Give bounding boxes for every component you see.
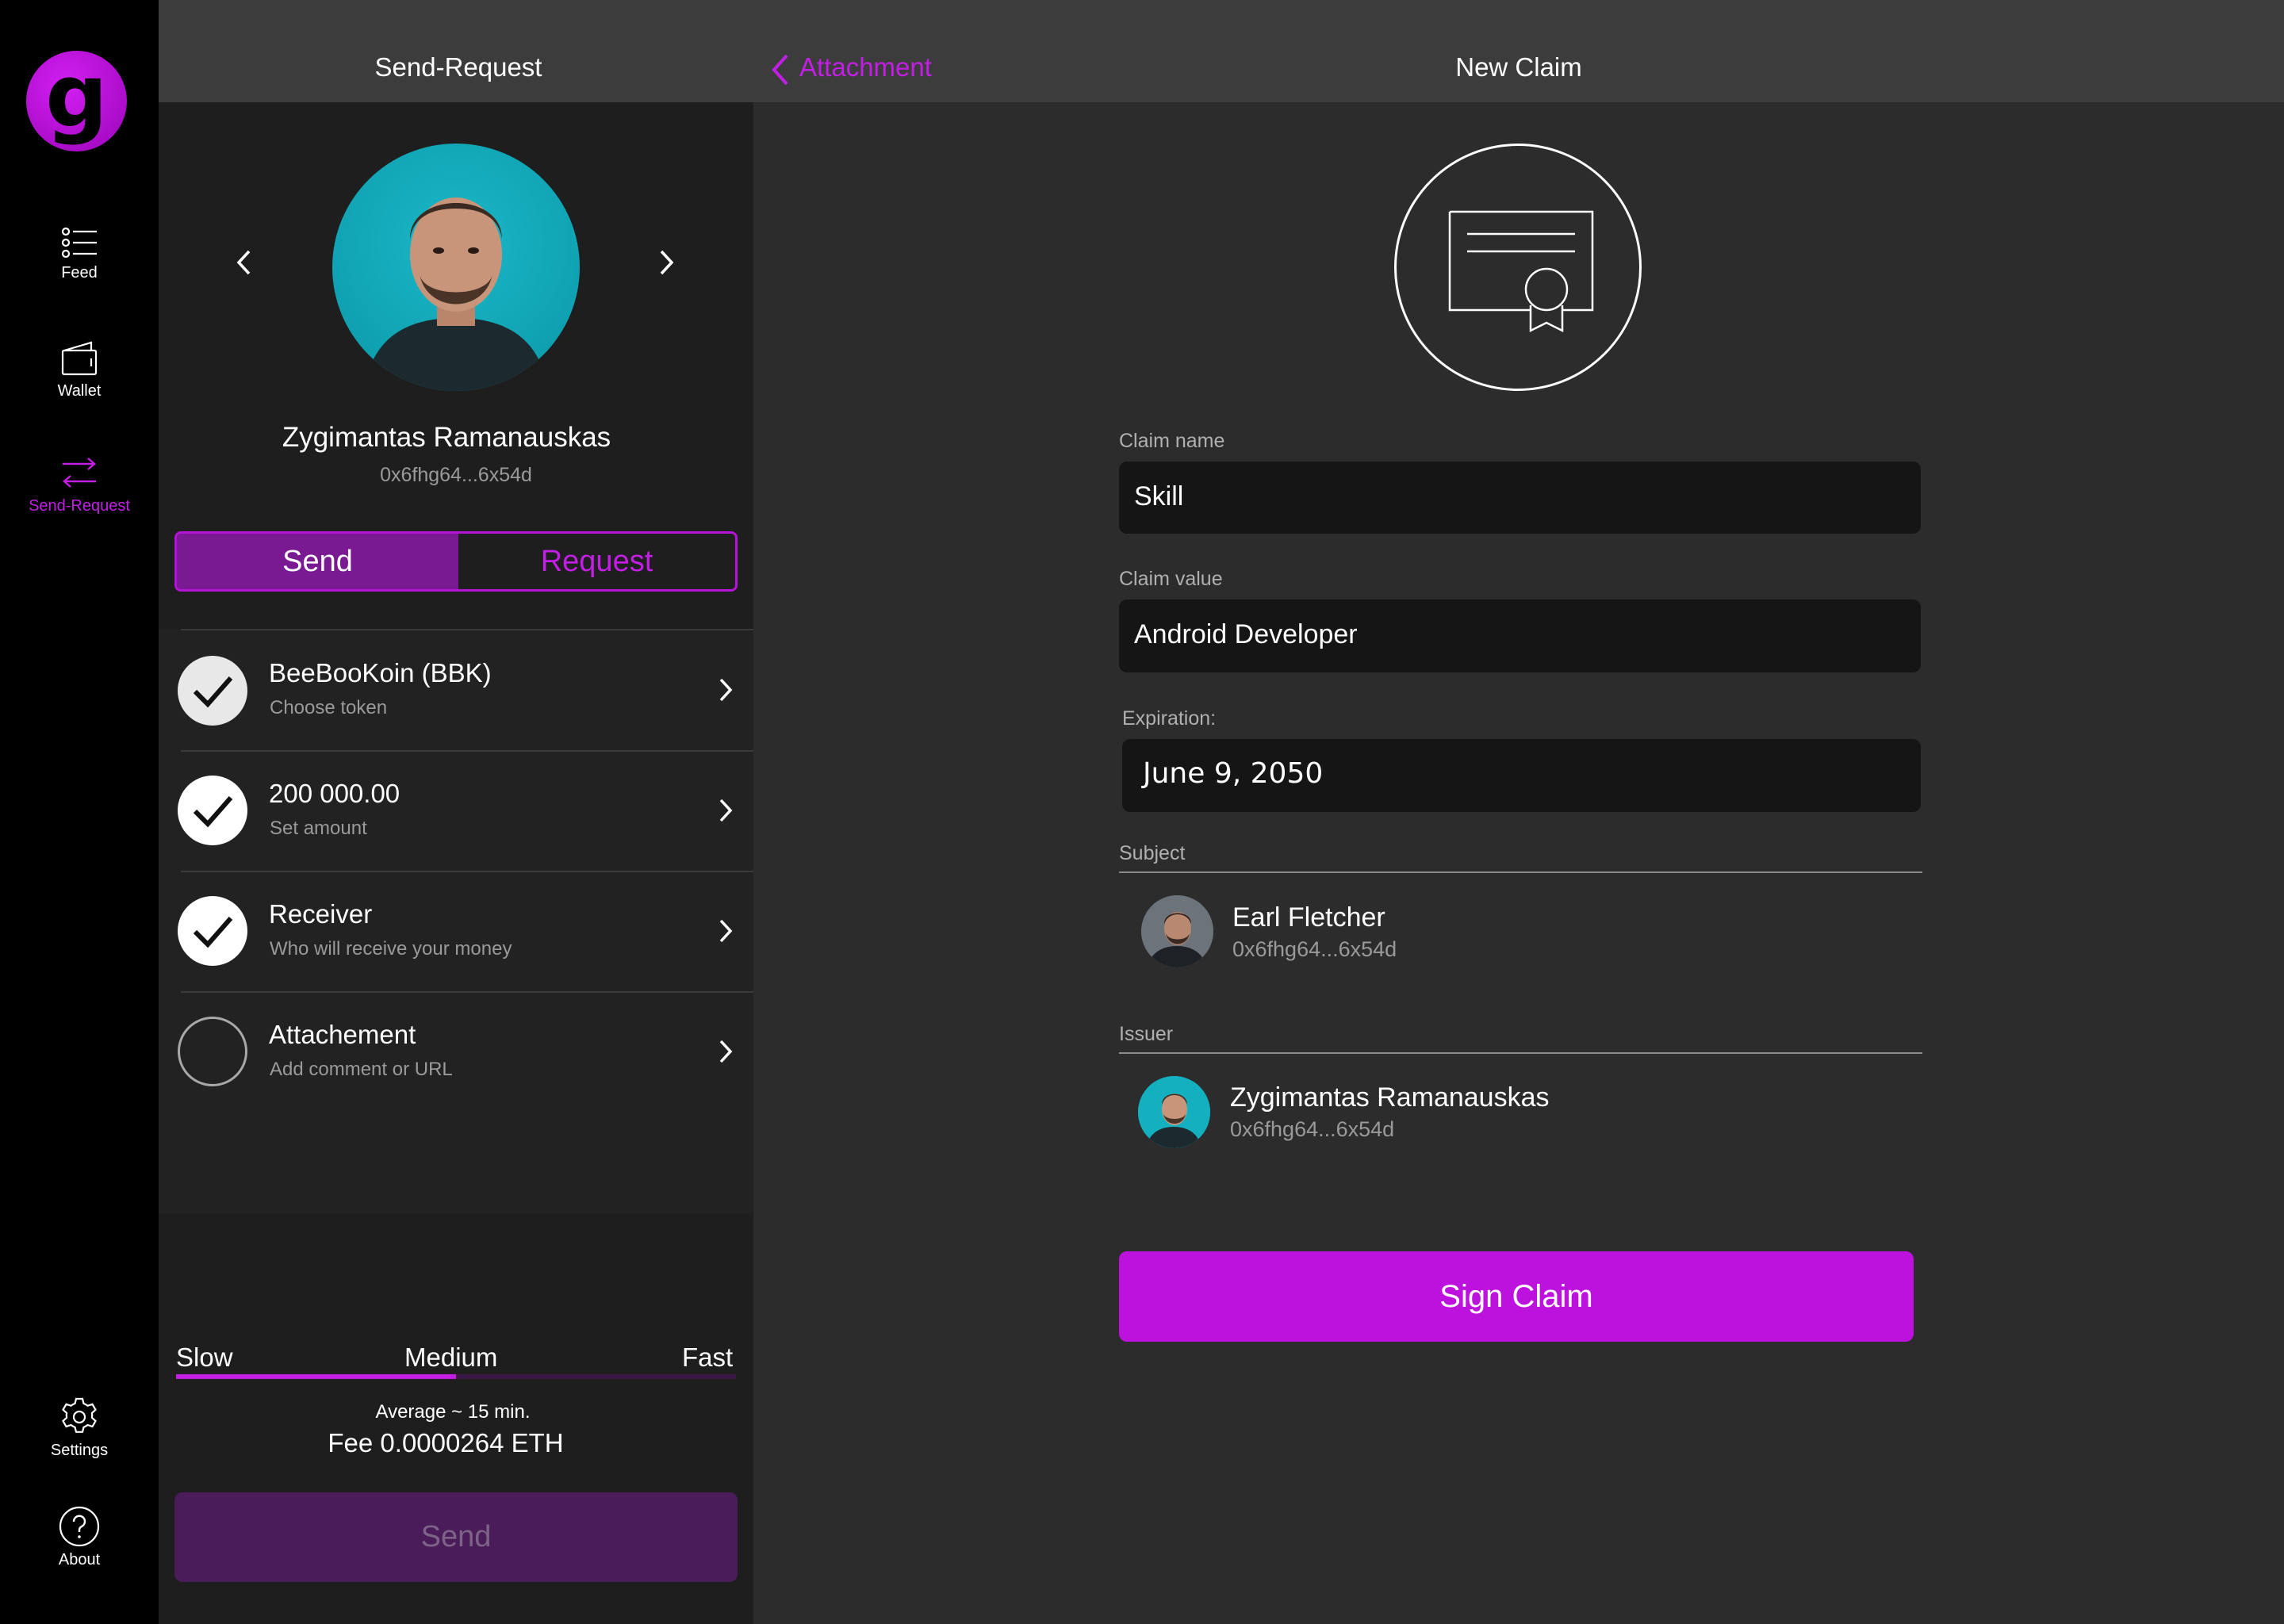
amount-row[interactable]: 200 000.00 Set amount: [176, 752, 753, 872]
nav-item-settings[interactable]: Settings: [0, 1396, 159, 1467]
attachment-row-subtitle: Add comment or URL: [270, 1059, 453, 1080]
issuer-divider: [1119, 1052, 1922, 1054]
person-silhouette-icon: [1141, 895, 1213, 967]
certificate-icon: [1448, 210, 1594, 333]
left-panel-title: Send-Request: [374, 52, 542, 82]
amount-row-subtitle: Set amount: [270, 818, 367, 839]
nav-item-wallet[interactable]: Wallet: [0, 333, 159, 404]
segment-request[interactable]: Request: [458, 534, 735, 589]
receiver-row[interactable]: Receiver Who will receive your money: [176, 872, 753, 993]
step-incomplete-indicator: [178, 1017, 247, 1086]
nav-item-wallet-label: Wallet: [57, 382, 102, 400]
logo-letter: g: [45, 45, 108, 147]
transfer-arrows-icon: [63, 458, 96, 488]
prev-profile-chevron-icon[interactable]: [235, 249, 254, 276]
back-button-label: Attachment: [799, 52, 932, 82]
subject-avatar: [1141, 895, 1213, 967]
top-bar: [159, 0, 2284, 102]
person-silhouette-icon: [1138, 1076, 1210, 1148]
profile-address: 0x6fhg64...6x54d: [380, 464, 532, 486]
subject-label: Subject: [1119, 842, 1186, 864]
step-complete-indicator: [178, 776, 247, 845]
app-root: g Feed Wallet Send-Request Settings Abou…: [0, 0, 2284, 1624]
fee-average-time: Average ~ 15 min.: [375, 1401, 531, 1423]
expiration-value: June 9, 2050: [1143, 757, 1324, 790]
claim-value-label: Claim value: [1119, 568, 1223, 590]
fee-speed-fast[interactable]: Fast: [682, 1342, 733, 1373]
fee-amount: Fee 0.0000264 ETH: [328, 1428, 564, 1457]
send-button[interactable]: Send: [174, 1492, 738, 1582]
nav-item-send-request-label: Send-Request: [29, 497, 130, 515]
issuer-address: 0x6fhg64...6x54d: [1230, 1117, 1395, 1141]
wallet-icon: [61, 341, 98, 376]
nav-item-send-request[interactable]: Send-Request: [0, 448, 159, 519]
issuer-label: Issuer: [1119, 1023, 1174, 1045]
attachment-row[interactable]: Attachement Add comment or URL: [176, 993, 753, 1113]
claim-value-field[interactable]: Android Developer: [1119, 599, 1921, 672]
subject-address: 0x6fhg64...6x54d: [1232, 937, 1397, 961]
nav-item-feed-label: Feed: [61, 264, 98, 282]
expiration-label: Expiration:: [1122, 707, 1217, 730]
claim-name-label: Claim name: [1119, 430, 1225, 452]
back-button[interactable]: Attachment: [769, 49, 944, 89]
chevron-left-icon: [772, 54, 788, 86]
question-circle-icon: [59, 1506, 100, 1547]
receiver-row-title: Receiver: [269, 899, 373, 929]
profile-name: Zygimantas Ramanauskas: [282, 422, 611, 453]
checkmark-icon: [193, 796, 233, 828]
step-complete-indicator: [178, 656, 247, 726]
app-logo[interactable]: g: [26, 46, 127, 151]
right-panel-title: New Claim: [1455, 52, 1582, 82]
receiver-row-subtitle: Who will receive your money: [270, 938, 512, 959]
nav-item-about-label: About: [58, 1551, 101, 1568]
nav-item-settings-label: Settings: [50, 1442, 109, 1459]
gear-icon: [62, 1397, 97, 1433]
certificate-illustration: [1394, 144, 1642, 391]
subject-divider: [1119, 871, 1922, 873]
chevron-right-icon: [719, 799, 733, 822]
amount-row-title: 200 000.00: [269, 779, 400, 808]
person-silhouette-icon: [364, 197, 548, 391]
nav-item-feed[interactable]: Feed: [0, 214, 159, 285]
subject-name: Earl Fletcher: [1232, 902, 1385, 933]
chevron-right-icon: [719, 1040, 733, 1063]
issuer-avatar: [1138, 1076, 1210, 1148]
segment-send[interactable]: Send: [177, 534, 458, 589]
expiration-field[interactable]: June 9, 2050: [1122, 739, 1921, 812]
fee-speed-slow[interactable]: Slow: [176, 1342, 233, 1373]
step-complete-indicator: [178, 896, 247, 966]
next-profile-chevron-icon[interactable]: [657, 249, 676, 276]
claim-value-value: Android Developer: [1134, 619, 1358, 649]
attachment-row-title: Attachement: [269, 1020, 416, 1049]
fee-speed-slider-fill: [176, 1374, 456, 1379]
token-row[interactable]: BeeBooKoin (BBK) Choose token: [176, 630, 753, 751]
claim-name-value: Skill: [1134, 481, 1184, 511]
fee-speed-slider[interactable]: [176, 1374, 736, 1379]
profile-avatar: [332, 144, 580, 391]
send-request-segmented-control: Send Request: [174, 531, 738, 592]
side-nav: g Feed Wallet Send-Request Settings Abou…: [0, 0, 159, 1624]
checkmark-icon: [193, 917, 233, 948]
list-icon: [61, 227, 97, 259]
sign-claim-button[interactable]: Sign Claim: [1119, 1251, 1914, 1342]
claim-name-field[interactable]: Skill: [1119, 462, 1921, 534]
issuer-name: Zygimantas Ramanauskas: [1230, 1082, 1550, 1113]
chevron-right-icon: [719, 919, 733, 943]
fee-speed-medium[interactable]: Medium: [404, 1342, 497, 1373]
nav-item-about[interactable]: About: [0, 1505, 159, 1576]
token-row-title: BeeBooKoin (BBK): [269, 658, 492, 688]
chevron-right-icon: [719, 678, 733, 702]
token-row-subtitle: Choose token: [270, 697, 388, 718]
checkmark-icon: [193, 676, 233, 708]
